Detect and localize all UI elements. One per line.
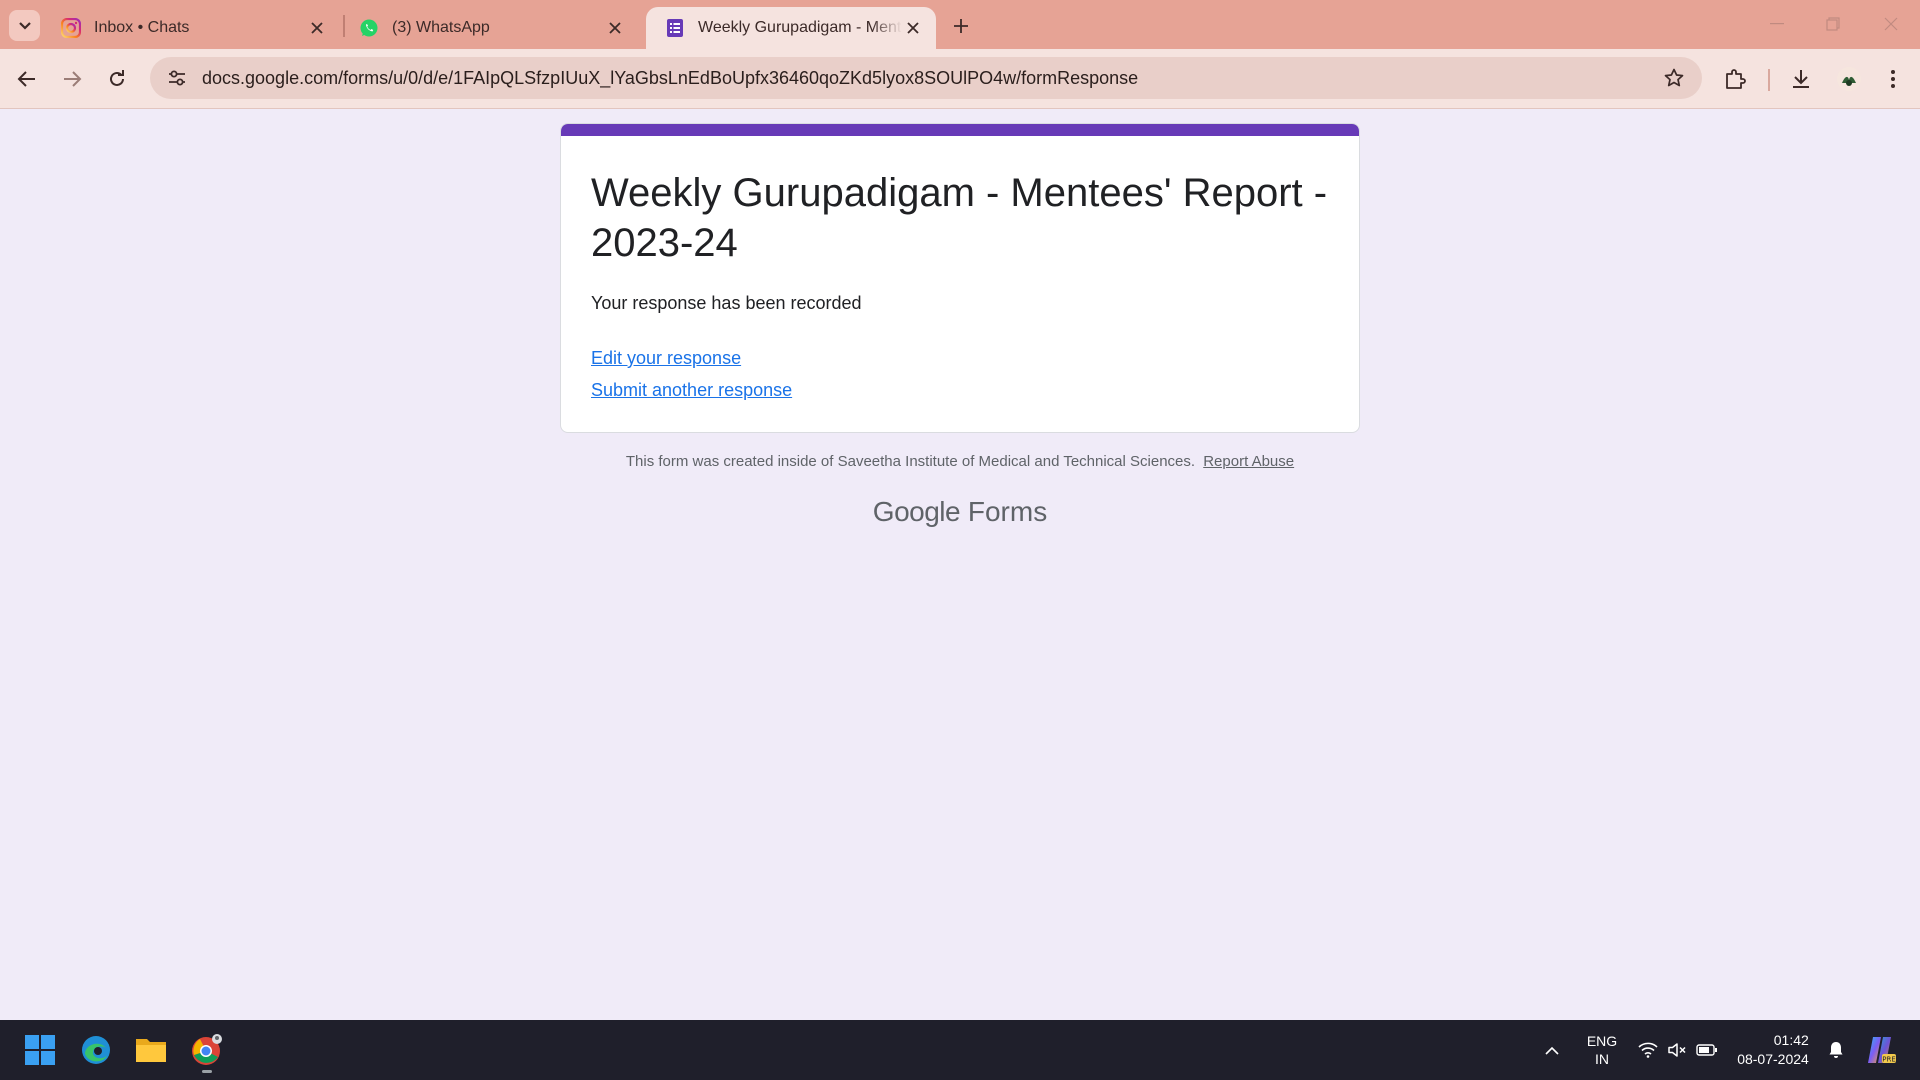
- url-text: docs.google.com/forms/u/0/d/e/1FAIpQLSfz…: [202, 67, 1139, 88]
- tab-title: Inbox • Chats: [94, 19, 190, 36]
- downloads-button[interactable]: [1783, 61, 1819, 97]
- reload-icon: [110, 70, 124, 86]
- toolbar-divider: [1768, 69, 1770, 91]
- svg-text:PRE: PRE: [1882, 1056, 1896, 1064]
- folder-icon: [136, 1039, 166, 1062]
- close-tab-icon[interactable]: [604, 17, 626, 39]
- instagram-icon: [60, 17, 82, 39]
- wifi-icon[interactable]: [1634, 1020, 1662, 1080]
- browser-tab-strip: Inbox • Chats (3) WhatsApp Weekly Gurupa…: [0, 0, 1920, 49]
- menu-button[interactable]: [1875, 61, 1911, 97]
- card-accent-bar: [561, 124, 1359, 136]
- language-indicator[interactable]: ENG IN: [1576, 1020, 1628, 1080]
- site-info-icon[interactable]: [156, 57, 198, 99]
- back-button[interactable]: [9, 61, 45, 97]
- region-code: IN: [1595, 1051, 1609, 1067]
- confirmation-message: Your response has been recorded: [591, 293, 862, 313]
- profile-button[interactable]: [1831, 61, 1867, 97]
- minimize-button[interactable]: [1754, 8, 1800, 40]
- download-icon: [1793, 70, 1809, 88]
- edit-response-link[interactable]: Edit your response: [591, 348, 741, 369]
- close-icon: [1884, 17, 1898, 31]
- close-tab-icon[interactable]: [306, 17, 328, 39]
- forms-wordmark: Forms: [967, 496, 1048, 527]
- clock-time: 01:42: [1773, 1032, 1809, 1048]
- report-abuse-link[interactable]: Report Abuse: [1203, 453, 1294, 470]
- notification-bell-icon[interactable]: [1822, 1020, 1850, 1080]
- tab-search-button[interactable]: [9, 10, 40, 41]
- clock-date: 08-07-2024: [1737, 1051, 1809, 1067]
- show-hidden-icons-button[interactable]: [1537, 1020, 1567, 1080]
- whatsapp-icon: [358, 17, 380, 39]
- chrome-app-button[interactable]: [185, 1028, 229, 1072]
- tab-instagram[interactable]: Inbox • Chats: [42, 7, 340, 49]
- chrome-active-indicator: [202, 1070, 212, 1073]
- battery-icon[interactable]: [1692, 1020, 1722, 1080]
- tab-title: Weekly Gurupadigam - Mentees' Report - 2…: [698, 19, 902, 36]
- windows-logo-icon: [25, 1035, 55, 1065]
- avatar: [1837, 67, 1861, 91]
- chevron-down-icon: [18, 21, 31, 30]
- close-tab-icon[interactable]: [902, 17, 924, 39]
- restore-button[interactable]: [1810, 8, 1856, 40]
- chevron-up-icon: [1545, 1046, 1559, 1055]
- chrome-icon: [192, 1034, 222, 1065]
- more-vertical-icon: [1891, 70, 1895, 88]
- reload-button[interactable]: [99, 61, 135, 97]
- google-wordmark: Google: [872, 496, 961, 527]
- google-forms-icon: [664, 17, 686, 39]
- arrow-left-icon: [17, 71, 35, 87]
- tab-title: (3) WhatsApp: [392, 19, 490, 36]
- edge-icon: [82, 1036, 110, 1064]
- extensions-button[interactable]: [1717, 61, 1753, 97]
- tab-whatsapp[interactable]: (3) WhatsApp: [340, 7, 638, 49]
- close-window-button[interactable]: [1868, 8, 1914, 40]
- start-button[interactable]: [18, 1028, 62, 1072]
- minimize-icon: [1770, 23, 1784, 25]
- google-forms-logo[interactable]: Google Forms: [0, 496, 1920, 528]
- bookmark-star-icon[interactable]: [1654, 58, 1694, 98]
- confirmation-card: Weekly Gurupadigam - Mentees' Report - 2…: [560, 123, 1360, 433]
- windows-taskbar: ENG IN 01:42 08-07-2024 PRE: [0, 1020, 1920, 1080]
- edge-app-button[interactable]: [74, 1028, 118, 1072]
- copilot-icon[interactable]: PRE: [1860, 1020, 1900, 1080]
- forward-button[interactable]: [54, 61, 90, 97]
- footer-created-text: This form was created inside of Saveetha…: [625, 453, 1196, 470]
- new-tab-button[interactable]: [948, 13, 974, 39]
- puzzle-icon: [1726, 69, 1746, 89]
- restore-icon: [1826, 17, 1840, 31]
- plus-icon: [954, 19, 968, 33]
- address-bar[interactable]: docs.google.com/forms/u/0/d/e/1FAIpQLSfz…: [150, 57, 1702, 99]
- file-explorer-button[interactable]: [129, 1028, 173, 1072]
- language-code: ENG: [1586, 1033, 1618, 1049]
- submit-another-link[interactable]: Submit another response: [591, 380, 792, 401]
- browser-toolbar: docs.google.com/forms/u/0/d/e/1FAIpQLSfz…: [0, 49, 1920, 109]
- tab-google-forms[interactable]: Weekly Gurupadigam - Mentees' Report - 2…: [646, 7, 936, 49]
- form-title: Weekly Gurupadigam - Mentees' Report - 2…: [591, 171, 1328, 265]
- clock[interactable]: 01:42 08-07-2024: [1728, 1020, 1818, 1080]
- form-footer: This form was created inside of Saveetha…: [0, 453, 1920, 470]
- volume-muted-icon[interactable]: [1663, 1020, 1691, 1080]
- arrow-right-icon: [64, 71, 82, 87]
